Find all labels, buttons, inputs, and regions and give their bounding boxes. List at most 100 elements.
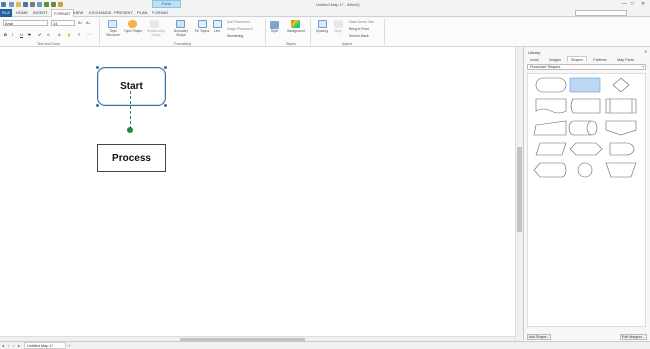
tab-plan[interactable]: PLAN xyxy=(137,10,147,15)
underline-button[interactable]: U xyxy=(20,32,23,37)
save-icon[interactable] xyxy=(23,2,28,7)
relationship-shape-button[interactable]: Relationship Shape xyxy=(144,29,168,37)
title-bar: Form Untitled Map 1* - iMindQ — □ ✕ xyxy=(0,0,650,9)
bring-to-front-button[interactable]: Bring to Front xyxy=(349,27,369,31)
font-size-select[interactable]: 14 xyxy=(51,20,75,26)
selection-handle[interactable] xyxy=(96,66,99,69)
vertical-scroll-thumb[interactable] xyxy=(517,147,522,232)
shape-terminator xyxy=(535,77,567,93)
topic-structure-icon[interactable] xyxy=(108,20,117,28)
add-sheet-icon[interactable]: + xyxy=(68,343,70,348)
print-icon[interactable] xyxy=(30,2,35,7)
spacing-button[interactable]: Spacing xyxy=(313,29,331,34)
app-icon xyxy=(1,2,6,7)
selection-handle[interactable] xyxy=(164,104,167,107)
prev-sheet-icon[interactable]: ‹ xyxy=(8,343,9,348)
more-format-icon[interactable]: ⋯ xyxy=(87,32,91,37)
spacing-icon[interactable] xyxy=(318,20,327,28)
tab-home[interactable]: HOME xyxy=(16,10,28,15)
start-shape[interactable]: Start xyxy=(97,67,166,106)
add-shape-button[interactable]: Add Shape... xyxy=(527,334,551,340)
search-input[interactable] xyxy=(575,10,627,16)
sheet-tab[interactable]: Untitled Map 1* xyxy=(24,342,66,349)
boundary-shape-icon[interactable] xyxy=(176,20,185,28)
map-canvas[interactable] xyxy=(0,47,523,341)
maximize-button[interactable]: □ xyxy=(631,1,634,7)
make-same-size-button[interactable]: Make Same Size xyxy=(349,20,374,24)
background-icon[interactable] xyxy=(291,20,300,28)
selection-handle[interactable] xyxy=(96,104,99,107)
bold-button[interactable]: B xyxy=(4,32,7,37)
first-sheet-icon[interactable]: ◂ xyxy=(2,343,4,348)
process-shape[interactable]: Process xyxy=(97,144,166,172)
font-family-select[interactable]: Arial xyxy=(3,20,48,26)
connector-handle[interactable] xyxy=(127,127,133,133)
tab-present[interactable]: PRESENT xyxy=(114,10,133,15)
next-sheet-icon[interactable]: › xyxy=(13,343,14,348)
close-button[interactable]: ✕ xyxy=(641,1,645,7)
shrink-font-icon[interactable]: A↓ xyxy=(86,20,91,25)
library-tab-map-parts[interactable]: Map Parts xyxy=(613,56,638,62)
separator xyxy=(99,19,100,45)
redo-icon[interactable] xyxy=(51,2,56,7)
align-objects-icon xyxy=(334,20,343,28)
topic-structure-button[interactable]: Topic Structure xyxy=(103,29,123,37)
separator xyxy=(265,19,266,45)
highlight-color-button[interactable]: A xyxy=(58,32,61,37)
preview-icon[interactable] xyxy=(37,2,42,7)
group-formatting: Formatting xyxy=(174,42,192,46)
undo-icon[interactable] xyxy=(44,2,49,7)
shape-category-value: Flowchart Shapes xyxy=(530,65,561,69)
library-tabs: Icons Images Shapes Patterns Map Parts xyxy=(526,56,649,62)
library-close-button[interactable]: ✕ xyxy=(644,49,647,54)
group-styles: Styles xyxy=(286,42,296,46)
background-button[interactable]: Background xyxy=(285,29,307,34)
boundary-shape-button[interactable]: Boundary Shape xyxy=(170,29,192,37)
numbering-button[interactable]: Numbering xyxy=(227,34,243,38)
separator xyxy=(384,19,385,45)
icon-placement-button[interactable]: Icon Placement xyxy=(227,20,250,24)
customize-icon[interactable] xyxy=(58,2,63,7)
open-icon[interactable] xyxy=(16,2,21,7)
tab-view[interactable]: VIEW xyxy=(73,10,83,15)
topic-shape-icon[interactable] xyxy=(128,20,137,28)
library-tab-images[interactable]: Images xyxy=(544,56,566,62)
tab-insert[interactable]: INSERT xyxy=(33,10,48,15)
align-button[interactable]: Align xyxy=(331,29,345,34)
vertical-scrollbar[interactable] xyxy=(515,47,523,341)
tab-format[interactable]: FORMAT xyxy=(51,9,74,17)
last-sheet-icon[interactable]: ▸ xyxy=(18,343,20,348)
new-icon[interactable] xyxy=(9,2,14,7)
strikethrough-button[interactable]: S xyxy=(28,32,31,37)
library-tab-icons[interactable]: Icons xyxy=(526,56,543,62)
edit-margins-button[interactable]: Edit Margins... xyxy=(620,334,647,340)
style-icon[interactable] xyxy=(270,21,279,29)
shape-decision xyxy=(612,77,630,93)
fill-color-icon[interactable]: ▮ xyxy=(68,32,70,37)
library-tab-shapes[interactable]: Shapes xyxy=(567,56,587,62)
tab-exchange[interactable]: EXCHANGE xyxy=(89,10,111,15)
line-icon[interactable] xyxy=(213,20,222,28)
shape-delay xyxy=(609,142,635,156)
italic-button[interactable]: I xyxy=(12,32,13,37)
font-color-button[interactable]: A xyxy=(47,32,50,37)
line-button[interactable]: Line xyxy=(211,29,223,34)
connector-line[interactable] xyxy=(130,91,131,129)
tab-file[interactable]: FILE xyxy=(0,9,12,17)
topic-shape-button[interactable]: Topic Shape xyxy=(123,29,143,34)
selection-handle[interactable] xyxy=(164,66,167,69)
send-to-back-button[interactable]: Send to Back xyxy=(349,34,369,38)
align-icon[interactable]: ≡ xyxy=(78,32,80,37)
library-tab-patterns[interactable]: Patterns xyxy=(588,56,612,62)
shape-category-select[interactable]: Flowchart Shapes ▾ xyxy=(527,64,646,70)
grow-font-icon[interactable]: A↑ xyxy=(78,20,83,25)
shape-stored-data xyxy=(570,98,601,114)
image-placement-button[interactable]: Image Placement xyxy=(227,27,253,31)
relationship-shape-icon xyxy=(150,20,159,28)
minimize-button[interactable]: — xyxy=(622,1,627,7)
tie-topics-button[interactable]: Tie Topics xyxy=(193,29,211,34)
superscript-icon[interactable]: x² xyxy=(38,32,41,37)
style-button[interactable]: Style xyxy=(267,29,282,34)
tie-topics-icon[interactable] xyxy=(198,20,207,28)
tab-form-format[interactable]: FORMAT xyxy=(152,10,169,15)
